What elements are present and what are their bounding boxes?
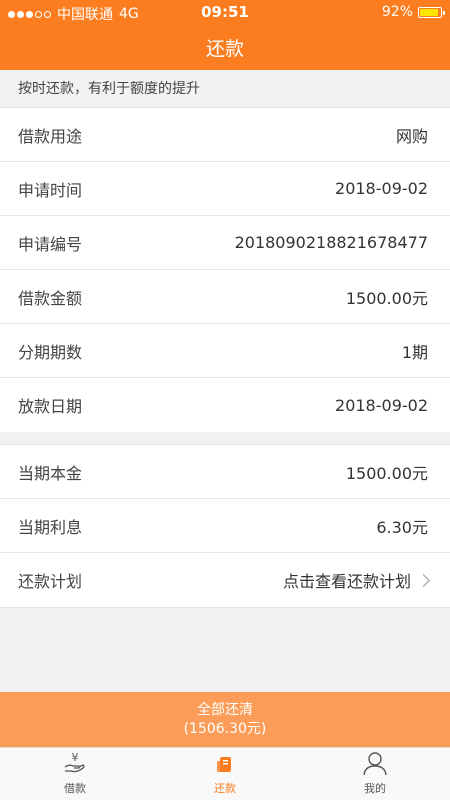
detail-label: 放款日期 bbox=[18, 397, 83, 416]
repayment-tip: 按时还款，有利于额度的提升 bbox=[0, 70, 450, 108]
detail-row-apply-time: 申请时间 2018-09-02 bbox=[0, 162, 450, 216]
pay-all-button[interactable]: 全部还清 (1506.30元) bbox=[0, 692, 450, 747]
tab-repay[interactable]: 还款 bbox=[150, 748, 300, 800]
tab-label: 借款 bbox=[64, 782, 86, 795]
detail-row-interest: 当期利息 6.30元 bbox=[0, 499, 450, 553]
status-bar: 中国联通 4G 09:51 92% bbox=[0, 0, 450, 24]
header-bar: 中国联通 4G 09:51 92% 还款 bbox=[0, 0, 450, 70]
repayment-plan-link-text: 点击查看还款计划 bbox=[282, 572, 411, 591]
detail-row-apply-number: 申请编号 2018090218821678477 bbox=[0, 216, 450, 270]
detail-label: 申请时间 bbox=[18, 180, 83, 200]
page-title: 还款 bbox=[205, 38, 244, 60]
detail-label: 申请编号 bbox=[18, 234, 83, 254]
battery-percent: 92% bbox=[381, 4, 413, 20]
detail-label: 还款计划 bbox=[18, 572, 83, 591]
repay-icon bbox=[217, 757, 231, 772]
svg-text:¥: ¥ bbox=[72, 751, 79, 764]
loan-hand-icon: ¥ bbox=[64, 751, 85, 773]
detail-row-purpose: 借款用途 网购 bbox=[0, 108, 450, 162]
detail-value: 2018-09-02 bbox=[335, 179, 428, 198]
detail-label: 借款金额 bbox=[18, 288, 83, 308]
tab-bar: ¥ 借款 还款 我的 bbox=[0, 747, 450, 800]
detail-value: 6.30元 bbox=[376, 517, 428, 537]
detail-row-principal: 当期本金 1500.00元 bbox=[0, 445, 450, 499]
user-icon bbox=[363, 752, 387, 776]
detail-value: 2018-09-02 bbox=[335, 395, 428, 415]
detail-value: 1期 bbox=[401, 342, 428, 362]
tab-label: 还款 bbox=[214, 782, 236, 795]
detail-value: 1500.00元 bbox=[345, 288, 428, 308]
detail-label: 当期本金 bbox=[18, 463, 83, 483]
detail-label: 当期利息 bbox=[18, 517, 83, 537]
chevron-right-icon bbox=[417, 573, 430, 587]
detail-value: 1500.00元 bbox=[345, 463, 428, 483]
tab-loan[interactable]: ¥ 借款 bbox=[0, 748, 150, 800]
pay-all-label: 全部还清 bbox=[197, 701, 253, 718]
detail-value: 网购 bbox=[395, 126, 428, 146]
tab-label: 我的 bbox=[364, 782, 386, 795]
loan-details-section: 借款用途 网购 申请时间 2018-09-02 申请编号 20180902188… bbox=[0, 108, 450, 432]
detail-label: 分期期数 bbox=[18, 342, 83, 362]
detail-row-installments: 分期期数 1期 bbox=[0, 324, 450, 378]
tab-mine[interactable]: 我的 bbox=[300, 748, 450, 800]
detail-value: 2018090218821678477 bbox=[234, 233, 428, 252]
detail-row-disbursement-date: 放款日期 2018-09-02 bbox=[0, 378, 450, 432]
pay-all-amount: (1506.30元) bbox=[183, 720, 267, 737]
detail-label: 借款用途 bbox=[18, 126, 83, 146]
repayment-plan-link[interactable]: 点击查看还款计划 bbox=[282, 568, 430, 592]
status-right: 92% bbox=[381, 4, 445, 20]
repayment-plan-row[interactable]: 还款计划 点击查看还款计划 bbox=[0, 553, 450, 607]
period-details-section: 当期本金 1500.00元 当期利息 6.30元 还款计划 点击查看还款计划 bbox=[0, 444, 450, 608]
battery-icon bbox=[418, 6, 445, 18]
detail-row-loan-amount: 借款金额 1500.00元 bbox=[0, 270, 450, 324]
